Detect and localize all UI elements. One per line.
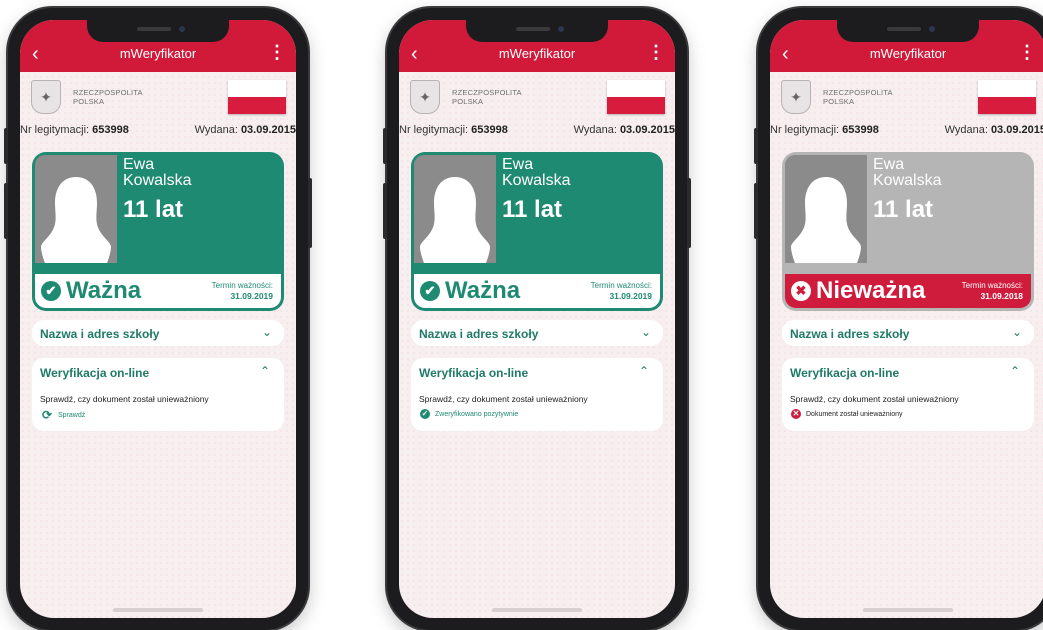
- phone-button: [687, 178, 691, 248]
- status-label: Nieważna: [816, 277, 926, 304]
- verify-question: Sprawdź, czy dokument został unieważnion…: [40, 394, 209, 404]
- chevron-down-icon: ⌄: [261, 325, 272, 339]
- emblem-row: ✦ RZECZPOSPOLITA POLSKA: [399, 72, 675, 124]
- verification-section: Weryfikacja on-line ⌃ Sprawdź, czy dokum…: [782, 358, 1034, 431]
- verify-question: Sprawdź, czy dokument został unieważnion…: [419, 394, 588, 404]
- app-title: mWeryfikator: [498, 46, 576, 61]
- verification-section: Weryfikacja on-line ⌃ Sprawdź, czy dokum…: [32, 358, 284, 431]
- verify-question: Sprawdź, czy dokument został unieważnion…: [790, 394, 959, 404]
- more-menu-icon[interactable]: ⋮: [1018, 42, 1036, 63]
- home-indicator[interactable]: [492, 608, 582, 612]
- home-indicator[interactable]: [113, 608, 203, 612]
- chevron-down-icon: ⌄: [640, 325, 651, 339]
- status-bar: ✔ Ważna Termin ważności: 31.09.2019: [35, 274, 281, 308]
- more-menu-icon[interactable]: ⋮: [647, 42, 665, 63]
- polish-flag-icon: [228, 80, 286, 114]
- id-card: Ewa Kowalska 11 lat ✔ Ważna Termin ważnoś…: [32, 152, 284, 311]
- verify-section-title[interactable]: Weryfikacja on-line: [419, 366, 528, 380]
- phone-screen: ‹ mWeryfikator ⋮ ✦ RZECZPOSPOLITA POLSKA …: [770, 20, 1043, 618]
- status-bar: ✔ Ważna Termin ważności: 31.09.2019: [414, 274, 660, 308]
- phone-button: [754, 183, 758, 239]
- notch: [87, 20, 229, 42]
- person-silhouette-icon: [414, 155, 496, 263]
- polish-flag-icon: [607, 80, 665, 114]
- check-circle-icon: ✔: [420, 281, 440, 301]
- document-info-row: Nr legitymacji: 653998 Wydana: 03.09.201…: [20, 124, 296, 140]
- eagle-emblem-icon: ✦: [31, 80, 61, 114]
- x-circle-icon: ✕: [791, 409, 801, 419]
- chevron-up-icon[interactable]: ⌃: [260, 364, 270, 378]
- x-circle-icon: ✖: [791, 281, 811, 301]
- school-section-header[interactable]: Nazwa i adres szkoły ⌄: [32, 320, 284, 346]
- phone-button: [754, 128, 758, 164]
- id-card: Ewa Kowalska 11 lat ✔ Ważna Termin ważnoś…: [411, 152, 663, 311]
- verification-result: ✓ Zweryfikowano pozytywnie: [420, 409, 519, 419]
- person-age: 11 lat: [123, 196, 184, 223]
- country-name: RZECZPOSPOLITA POLSKA: [823, 88, 893, 106]
- phone-screen: ‹ mWeryfikator ⋮ ✦ RZECZPOSPOLITA POLSKA …: [20, 20, 296, 618]
- person-age: 11 lat: [502, 196, 563, 223]
- school-section-title: Nazwa i adres szkoły: [419, 327, 539, 341]
- person-name: Ewa Kowalska: [502, 156, 571, 189]
- chevron-up-icon[interactable]: ⌃: [1010, 364, 1020, 378]
- emblem-row: ✦ RZECZPOSPOLITA POLSKA: [770, 72, 1043, 124]
- eagle-emblem-icon: ✦: [410, 80, 440, 114]
- expiry-info: Termin ważności: 31.09.2018: [961, 281, 1023, 301]
- phone-1: ‹ mWeryfikator ⋮ ✦ RZECZPOSPOLITA POLSKA …: [4, 8, 312, 630]
- id-number-field: Nr legitymacji: 653998: [20, 124, 129, 136]
- status-label: Ważna: [66, 277, 142, 304]
- app-title: mWeryfikator: [869, 46, 947, 61]
- polish-flag-icon: [978, 80, 1036, 114]
- phone-button: [4, 183, 8, 239]
- status-bar: ✖ Nieważna Termin ważności: 31.09.2018: [785, 274, 1031, 308]
- expiry-info: Termin ważności: 31.09.2019: [590, 281, 652, 301]
- document-info-row: Nr legitymacji: 653998 Wydana: 03.09.201…: [399, 124, 675, 140]
- school-section-header[interactable]: Nazwa i adres szkoły ⌄: [782, 320, 1034, 346]
- eagle-emblem-icon: ✦: [781, 80, 811, 114]
- document-info-row: Nr legitymacji: 653998 Wydana: 03.09.201…: [770, 124, 1043, 140]
- person-silhouette-icon: [35, 155, 117, 263]
- emblem-row: ✦ RZECZPOSPOLITA POLSKA: [20, 72, 296, 124]
- person-name: Ewa Kowalska: [123, 156, 192, 189]
- country-name: RZECZPOSPOLITA POLSKA: [73, 88, 143, 106]
- phone-button: [4, 128, 8, 164]
- id-number-field: Nr legitymacji: 653998: [770, 124, 879, 136]
- check-button[interactable]: ⟳ Sprawdź: [41, 409, 85, 421]
- issue-date-field: Wydana: 03.09.2015: [194, 124, 296, 136]
- issue-date-field: Wydana: 03.09.2015: [573, 124, 675, 136]
- home-indicator[interactable]: [863, 608, 953, 612]
- phone-button: [308, 178, 312, 248]
- more-menu-icon[interactable]: ⋮: [268, 42, 286, 63]
- person-age: 11 lat: [873, 196, 934, 223]
- school-section-title: Nazwa i adres szkoły: [40, 327, 160, 341]
- country-name: RZECZPOSPOLITA POLSKA: [452, 88, 522, 106]
- verification-result: ✕ Dokument został unieważniony: [791, 409, 903, 419]
- phone-2: ‹ mWeryfikator ⋮ ✦ RZECZPOSPOLITA POLSKA …: [383, 8, 691, 630]
- phone-3: ‹ mWeryfikator ⋮ ✦ RZECZPOSPOLITA POLSKA …: [754, 8, 1043, 630]
- verify-section-title[interactable]: Weryfikacja on-line: [790, 366, 899, 380]
- chevron-up-icon[interactable]: ⌃: [639, 364, 649, 378]
- id-card: Ewa Kowalska 11 lat ✖ Nieważna Termin waż…: [782, 152, 1034, 311]
- expiry-info: Termin ważności: 31.09.2019: [211, 281, 273, 301]
- issue-date-field: Wydana: 03.09.2015: [944, 124, 1043, 136]
- phone-button: [383, 183, 387, 239]
- refresh-icon: ⟳: [41, 408, 53, 422]
- school-section-header[interactable]: Nazwa i adres szkoły ⌄: [411, 320, 663, 346]
- notch: [466, 20, 608, 42]
- chevron-down-icon: ⌄: [1011, 325, 1022, 339]
- person-silhouette-icon: [785, 155, 867, 263]
- status-label: Ważna: [445, 277, 521, 304]
- check-circle-icon: ✓: [420, 409, 430, 419]
- school-section-title: Nazwa i adres szkoły: [790, 327, 910, 341]
- check-circle-icon: ✔: [41, 281, 61, 301]
- person-name: Ewa Kowalska: [873, 156, 942, 189]
- verify-section-title[interactable]: Weryfikacja on-line: [40, 366, 149, 380]
- phone-screen: ‹ mWeryfikator ⋮ ✦ RZECZPOSPOLITA POLSKA …: [399, 20, 675, 618]
- app-title: mWeryfikator: [119, 46, 197, 61]
- phone-button: [383, 128, 387, 164]
- verification-section: Weryfikacja on-line ⌃ Sprawdź, czy dokum…: [411, 358, 663, 431]
- id-number-field: Nr legitymacji: 653998: [399, 124, 508, 136]
- notch: [837, 20, 979, 42]
